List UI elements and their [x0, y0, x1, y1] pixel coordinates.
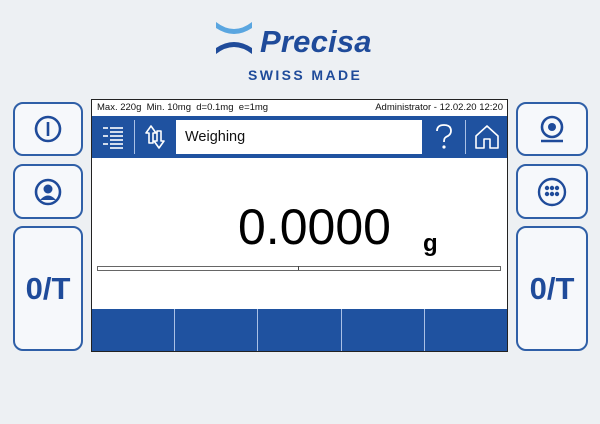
zero-tare-button-right[interactable]: 0/T: [516, 226, 588, 351]
user-datetime: Administrator - 12.02.20 12:20: [375, 102, 503, 113]
power-button[interactable]: [13, 102, 83, 156]
home-button[interactable]: [466, 116, 507, 158]
list-menu-icon: [103, 127, 123, 149]
toolbar: Weighing: [92, 116, 507, 158]
softkey-1[interactable]: [92, 309, 176, 351]
softkey-5[interactable]: [425, 309, 507, 351]
brand-name: Precisa: [260, 24, 372, 59]
menu-button[interactable]: [92, 116, 134, 158]
up-down-arrows-icon: [145, 125, 165, 149]
softkey-bar: [92, 309, 507, 351]
help-icon: [436, 124, 452, 149]
capacity-bar: [97, 266, 501, 271]
sort-button[interactable]: [135, 116, 175, 158]
weight-value: 0.0000: [238, 199, 391, 255]
home-icon: [474, 125, 499, 149]
brand-logo: Precisa SWISS MADE: [210, 12, 400, 83]
power-icon: [34, 115, 62, 143]
softkey-2[interactable]: [175, 309, 259, 351]
screen-title: Weighing: [176, 120, 422, 154]
user-button[interactable]: [13, 164, 83, 219]
keypad-button[interactable]: [516, 164, 588, 219]
help-button[interactable]: [425, 116, 463, 158]
zero-tare-label: 0/T: [529, 270, 575, 306]
softkey-4[interactable]: [342, 309, 425, 351]
level-icon: [540, 115, 564, 143]
zero-tare-button-left[interactable]: 0/T: [13, 226, 83, 351]
status-bar: Max. 220g Min. 10mg d=0.1mg e=1mg Admini…: [92, 100, 507, 116]
level-button[interactable]: [516, 102, 588, 156]
keypad-icon: [537, 177, 567, 206]
capacity-info: Max. 220g Min. 10mg d=0.1mg e=1mg: [97, 102, 269, 113]
capacity-bar-center-tick: [298, 266, 299, 270]
weight-unit: g: [423, 230, 438, 257]
zero-tare-label: 0/T: [25, 270, 71, 306]
precisa-logo-icon: [216, 22, 252, 54]
user-icon: [34, 178, 62, 205]
softkey-3[interactable]: [258, 309, 342, 351]
balance-display-screen: Max. 220g Min. 10mg d=0.1mg e=1mg Admini…: [91, 99, 508, 352]
brand-tagline: SWISS MADE: [248, 67, 363, 83]
